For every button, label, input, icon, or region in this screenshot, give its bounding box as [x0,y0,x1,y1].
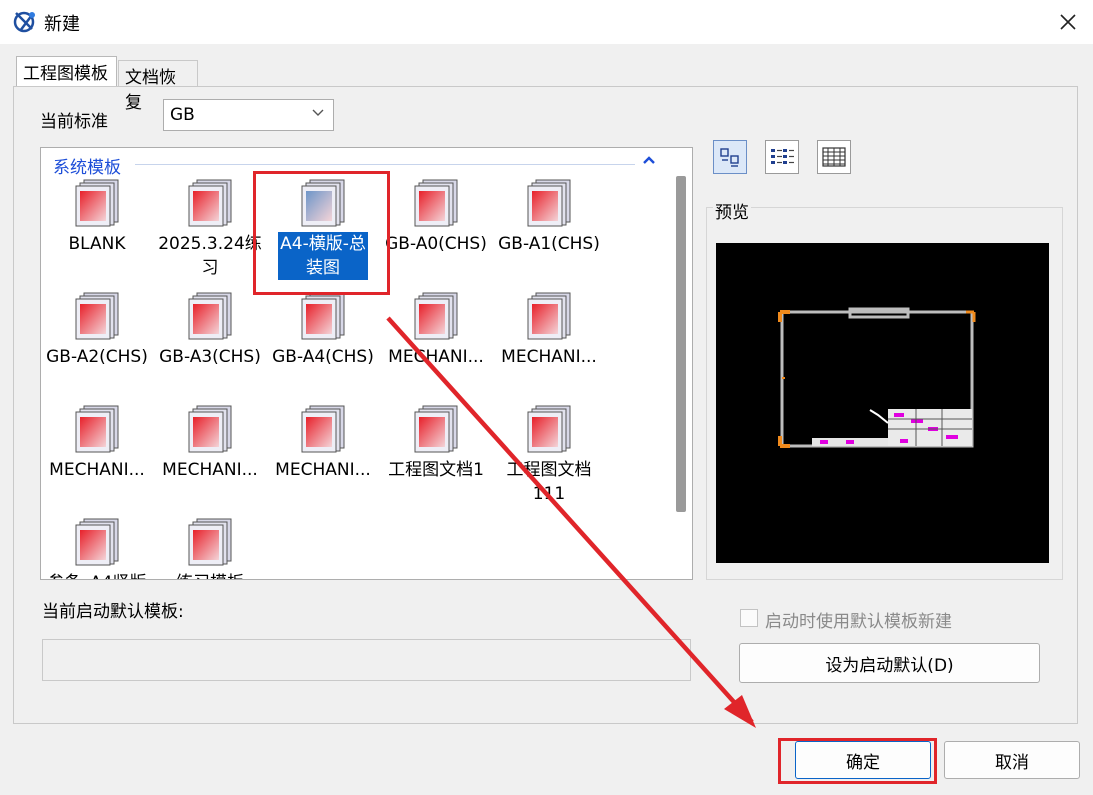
set-default-button[interactable]: 设为启动默认(D) [739,643,1040,683]
template-label: GB-A1(CHS) [498,234,600,254]
template-tile[interactable]: GB-A1(CHS) [494,178,604,256]
drawing-template-icon [183,291,237,341]
highlight-selected-template [253,171,390,295]
cancel-button[interactable]: 取消 [944,741,1080,779]
startup-default-label: 启动时使用默认模板新建 [765,612,952,632]
template-label: MECHANI... [162,460,258,480]
standard-label: 当前标准 [40,112,108,132]
chevron-down-icon [312,109,324,116]
details-icon [822,147,846,167]
template-tile[interactable]: GB-A2(CHS) [42,291,152,369]
view-details-button[interactable] [817,140,851,174]
template-tile[interactable]: GB-A4(CHS) [268,291,378,369]
template-tile[interactable]: 2025.3.24练 习 [155,178,265,280]
chevron-up-icon[interactable] [641,154,657,166]
template-label: GB-A2(CHS) [46,347,148,367]
annotation-arrow-icon [386,316,756,728]
template-label: 练习模板 [155,571,265,579]
template-label: GB-A0(CHS) [385,234,487,254]
template-label: MECHANI... [49,460,145,480]
template-label: 叁条_A4竖版 [42,571,152,579]
drawing-template-icon [409,178,463,228]
template-label: GB-A3(CHS) [159,347,261,367]
template-label: MECHANI... [275,460,371,480]
close-button[interactable] [1048,4,1088,40]
template-tile[interactable]: 练习模板 [155,517,265,579]
template-tile[interactable]: BLANK [42,178,152,256]
drawing-template-icon [296,404,350,454]
window-title: 新建 [44,14,80,35]
template-tile[interactable]: MECHANI... [42,404,152,482]
drawing-template-icon [183,404,237,454]
drawing-template-icon [296,291,350,341]
view-large-icons-button[interactable] [713,140,747,174]
highlight-ok-button [778,738,937,784]
template-tile[interactable]: GB-A3(CHS) [155,291,265,369]
default-template-label: 当前启动默认模板: [42,602,184,622]
template-label: GB-A4(CHS) [272,347,374,367]
template-tile[interactable]: MECHANI... [268,404,378,482]
template-label: 2025.3.24练 习 [158,234,262,278]
standard-value: GB [170,105,195,125]
standard-select[interactable]: GB [163,99,334,131]
view-list-button[interactable] [765,140,799,174]
template-label: BLANK [68,234,126,254]
close-icon [1060,14,1076,30]
tab-document-recovery[interactable]: 文档恢复 [118,60,198,113]
drawing-template-icon [183,517,237,567]
app-logo-icon [12,9,38,35]
drawing-template-icon [70,178,124,228]
preview-label: 预览 [713,198,751,223]
group-title: 系统模板 [53,158,121,178]
tab-drawing-templates[interactable]: 工程图模板 [16,56,117,86]
drawing-template-icon [70,291,124,341]
drawing-template-icon [70,517,124,567]
template-tile[interactable]: 叁条_A4竖版 [42,517,152,579]
drawing-template-icon [522,178,576,228]
drawing-template-icon [70,404,124,454]
list-icon [771,149,794,164]
title-bar [0,0,1093,44]
large-icons-icon [720,148,739,167]
template-tile[interactable]: GB-A0(CHS) [381,178,491,256]
group-divider [135,164,635,165]
template-tile[interactable]: MECHANI... [155,404,265,482]
drawing-template-icon [183,178,237,228]
